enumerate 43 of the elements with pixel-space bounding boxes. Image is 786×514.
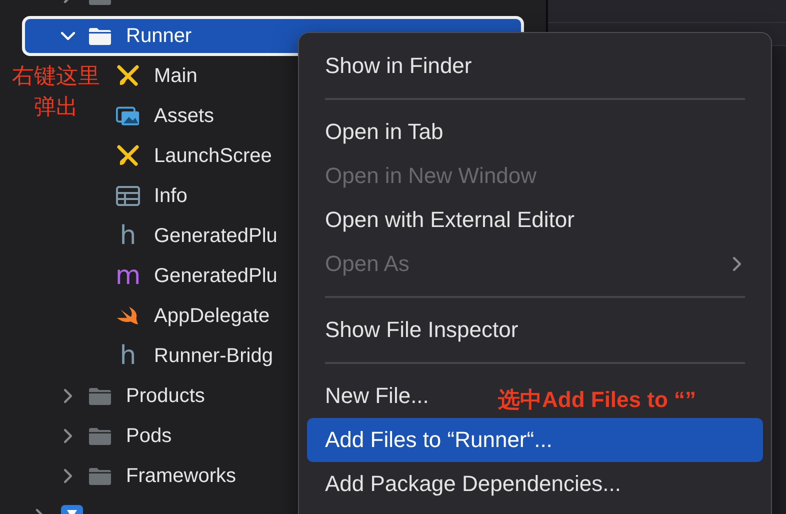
file-name: Products <box>126 384 205 408</box>
navigator-row[interactable]: Info <box>113 176 190 216</box>
menu-item[interactable]: Show File Inspector <box>307 308 536 352</box>
header-file-icon: h <box>120 344 136 368</box>
objc-file-icon: m <box>115 264 141 288</box>
navigator-row[interactable]: m GeneratedPlu <box>113 256 280 296</box>
annotation-text: 选中Add Files to “” <box>498 386 696 414</box>
file-name: Frameworks <box>126 464 236 488</box>
navigator-row[interactable]: Assets <box>113 96 218 136</box>
photos-icon <box>116 105 140 127</box>
file-name: Info <box>154 184 188 208</box>
menu-item[interactable]: Open with External Editor <box>307 198 592 242</box>
folder-icon <box>88 426 112 446</box>
navigator-row[interactable]: AppDelegate <box>113 296 273 336</box>
navigator-row[interactable]: Frameworks <box>55 456 240 496</box>
navigator-row[interactable]: h GeneratedPlu <box>113 216 280 256</box>
annotation-text: 右键这里弹出 <box>12 62 100 121</box>
header-file-icon: h <box>120 224 136 248</box>
file-name: Runner-Bridg <box>154 344 273 368</box>
menu-item[interactable]: Open in Tab <box>307 110 462 154</box>
navigator-row[interactable]: Products <box>55 376 208 416</box>
file-name: Main <box>154 64 198 88</box>
navigator-row[interactable]: Main <box>113 56 200 96</box>
menu-item[interactable]: Add Files to “Runner“... <box>307 418 763 462</box>
navigator-row[interactable]: Pods <box>55 416 175 456</box>
folder-icon <box>88 466 112 486</box>
table-icon <box>116 186 140 206</box>
menu-item[interactable]: New File... <box>307 374 447 418</box>
file-name: GeneratedPlu <box>154 264 278 288</box>
bird-icon <box>116 305 140 327</box>
file-name: Runner <box>126 24 192 48</box>
navigator-row[interactable]: LaunchScree <box>113 136 275 176</box>
menu-item[interactable]: Add Package Dependencies... <box>307 462 639 506</box>
folder-icon <box>88 26 112 46</box>
brush-pencil-icon <box>116 64 140 88</box>
brush-pencil-icon <box>116 144 140 168</box>
folder-icon <box>88 386 112 406</box>
file-name: GeneratedPlu <box>154 224 278 248</box>
file-name: LaunchScree <box>154 144 272 168</box>
file-name: Pods <box>126 424 172 448</box>
file-name: Assets <box>154 104 214 128</box>
file-name: AppDelegate <box>154 304 270 328</box>
navigator-row[interactable]: h Runner-Bridg <box>113 336 276 376</box>
